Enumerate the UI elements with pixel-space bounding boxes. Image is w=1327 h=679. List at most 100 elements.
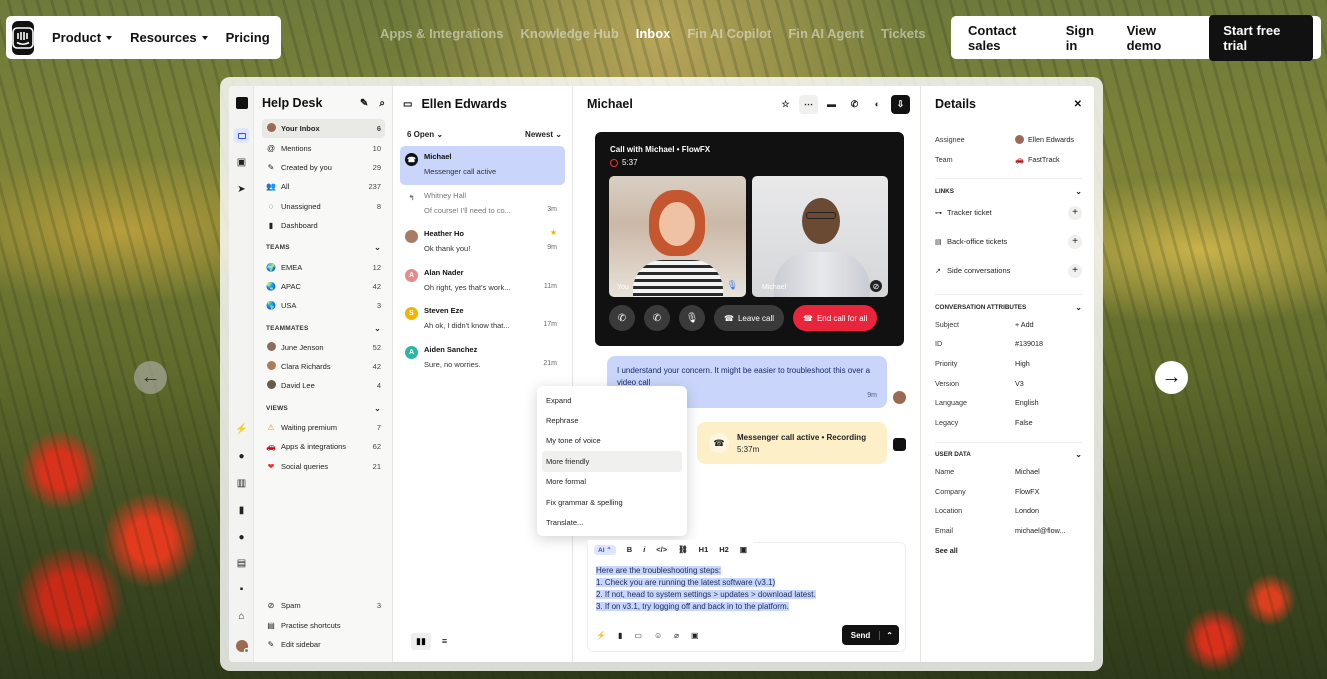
video-tile-michael[interactable]: Michael ⊘	[752, 176, 888, 297]
team-row[interactable]: Team 🚗 FastTrack	[935, 150, 1082, 170]
link-tracker-ticket[interactable]: ⊶ Tracker ticket +	[935, 198, 1082, 227]
user-avatar[interactable]	[235, 639, 249, 653]
sidebar-item-apac[interactable]: 🌏 APAC 42	[262, 277, 385, 296]
sidebar-item-mentions[interactable]: @ Mentions 10	[262, 138, 385, 157]
phone-add-button[interactable]: ✆	[644, 305, 670, 331]
tab-fin-ai-agent[interactable]: Fin AI Agent	[788, 26, 864, 41]
tab-inbox[interactable]: Inbox	[636, 26, 671, 41]
sidebar-item-created-by-you[interactable]: ✎ Created by you 29	[262, 158, 385, 177]
tab-fin-ai-copilot[interactable]: Fin AI Copilot	[687, 26, 771, 41]
end-call-button[interactable]: ☎ End call for all	[793, 305, 878, 331]
phone-transfer-button[interactable]: ✆	[609, 305, 635, 331]
carousel-next-button[interactable]: →	[1155, 361, 1188, 394]
list-item[interactable]: A Aiden Sanchez Sure, no worries. 21m	[400, 339, 565, 378]
sidebar-item-practise-shortcuts[interactable]: ▤ Practise shortcuts	[262, 615, 385, 634]
gif-icon[interactable]: ▭	[634, 631, 642, 640]
academy-icon[interactable]: ⌂	[235, 610, 248, 623]
sidebar-item-david-lee[interactable]: David Lee 4	[262, 376, 385, 395]
add-icon[interactable]: +	[1068, 205, 1082, 220]
tab-apps-integrations[interactable]: Apps & Integrations	[380, 26, 504, 41]
h2-button[interactable]: H2	[719, 545, 729, 554]
nav-pricing[interactable]: Pricing	[226, 30, 270, 45]
sign-in-link[interactable]: Sign in	[1066, 23, 1105, 53]
add-icon[interactable]: +	[1068, 263, 1082, 278]
list-item[interactable]: ☎ Michael Messenger call active	[400, 146, 565, 185]
see-all-link[interactable]: See all	[935, 540, 1082, 560]
sidebar-item-all[interactable]: 👥 All 237	[262, 177, 385, 196]
list-item[interactable]: S Steven Eze Ah ok, I didn't know that..…	[400, 300, 565, 339]
link-side-conversations[interactable]: ↗ Side conversations +	[935, 256, 1082, 285]
sidebar-item-waiting-premium[interactable]: ⚠ Waiting premium 7	[262, 418, 385, 437]
close-icon[interactable]: ✕	[1074, 99, 1082, 110]
menu-item-my-tone[interactable]: My tone of voice	[542, 431, 682, 451]
sidebar-item-spam[interactable]: ⊘ Spam 3	[262, 596, 385, 615]
attributes-section-header[interactable]: CONVERSATION ATTRIBUTES ⌄	[935, 294, 1082, 314]
menu-item-translate[interactable]: Translate...	[542, 512, 682, 532]
attr-version[interactable]: Version V3	[935, 373, 1082, 393]
user-data-section-header[interactable]: USER DATA ⌄	[935, 441, 1082, 462]
carousel-prev-button[interactable]: ←	[134, 361, 167, 394]
search-icon[interactable]: ⌕	[379, 98, 385, 109]
views-section-header[interactable]: VIEWS ⌄	[262, 399, 385, 418]
send-button[interactable]: Send ⌃	[841, 625, 899, 645]
message-composer[interactable]: AI ⌃ B i </> ⛓ H1 H2 ▣ Here are the trou…	[587, 540, 906, 652]
reports-icon[interactable]: ▮	[235, 504, 248, 517]
tab-knowledge-hub[interactable]: Knowledge Hub	[521, 26, 619, 41]
sort-dropdown[interactable]: Newest ⌄	[525, 130, 562, 139]
list-view-icon[interactable]: ≡	[437, 633, 452, 650]
contact-sales-link[interactable]: Contact sales	[968, 23, 1044, 53]
emoji-icon[interactable]: ☺	[654, 631, 662, 640]
sidebar-item-clara-richards[interactable]: Clara Richards 42	[262, 357, 385, 376]
attr-language[interactable]: Language English	[935, 393, 1082, 413]
messages-icon[interactable]: ▤	[235, 557, 248, 570]
bulb-icon[interactable]: ●	[235, 450, 248, 463]
contacts-icon[interactable]: ●	[235, 531, 248, 544]
assign-icon[interactable]: ⇩	[891, 94, 910, 114]
ai-button[interactable]: AI ⌃	[594, 544, 616, 555]
attr-subject[interactable]: Subject + Add	[935, 314, 1082, 334]
compose-icon[interactable]: ✎	[360, 98, 368, 109]
code-button[interactable]: </>	[656, 545, 667, 554]
intercom-small-logo[interactable]	[235, 96, 248, 109]
video-tile-self[interactable]: You 🎙	[609, 176, 746, 297]
apps-icon[interactable]: ▪	[235, 583, 248, 596]
sidebar-item-unassigned[interactable]: ◌ Unassigned 8	[262, 197, 385, 216]
nav-product[interactable]: Product	[52, 30, 113, 45]
sidebar-item-june-jenson[interactable]: June Jenson 52	[262, 338, 385, 357]
tab-tickets[interactable]: Tickets	[881, 26, 926, 41]
attr-priority[interactable]: Priority High	[935, 354, 1082, 374]
leave-call-button[interactable]: ☎ Leave call	[714, 305, 784, 331]
intercom-logo[interactable]	[12, 20, 34, 55]
sidebar-item-social-queries[interactable]: ❤ Social queries 21	[262, 456, 385, 475]
bookmark-icon[interactable]: ▮	[618, 631, 622, 640]
star-icon[interactable]: ☆	[776, 95, 795, 114]
sidebar-item-emea[interactable]: 🌍 EMEA 12	[262, 257, 385, 276]
menu-item-fix-grammar[interactable]: Fix grammar & spelling	[542, 492, 682, 512]
bot-icon[interactable]: ▣	[235, 156, 248, 169]
sidebar-item-usa[interactable]: 🌎 USA 3	[262, 296, 385, 315]
attachment-icon[interactable]: ⌀	[674, 631, 679, 640]
moon-icon[interactable]: ◐	[868, 95, 887, 114]
composer-text[interactable]: Here are the troubleshooting steps: 1. C…	[596, 565, 816, 613]
bold-button[interactable]: B	[627, 545, 632, 554]
teams-section-header[interactable]: TEAMS ⌄	[262, 238, 385, 257]
sidebar-item-apps-integrations[interactable]: 🚗 Apps & integrations 62	[262, 437, 385, 456]
chevron-up-icon[interactable]: ⌃	[879, 630, 899, 640]
h1-button[interactable]: H1	[699, 545, 709, 554]
lightning-icon[interactable]: ⚡	[596, 631, 606, 640]
menu-item-expand[interactable]: Expand	[542, 390, 682, 410]
image-icon[interactable]: ▣	[740, 545, 747, 554]
links-section-header[interactable]: LINKS ⌄	[935, 178, 1082, 198]
mic-button[interactable]: 🎙	[679, 305, 705, 331]
add-icon[interactable]: +	[1068, 234, 1082, 249]
star-icon[interactable]: ★	[550, 228, 557, 237]
menu-item-more-friendly[interactable]: More friendly	[542, 451, 682, 472]
nav-resources[interactable]: Resources	[130, 30, 208, 45]
panel-toggle-icon[interactable]: ▭	[403, 99, 412, 110]
more-icon[interactable]: ⋯	[799, 94, 818, 114]
attr-legacy[interactable]: Legacy False	[935, 413, 1082, 433]
start-free-trial-button[interactable]: Start free trial	[1209, 14, 1313, 61]
sidebar-item-edit-sidebar[interactable]: ✎ Edit sidebar	[262, 635, 385, 654]
view-demo-link[interactable]: View demo	[1127, 23, 1188, 53]
assignee-row[interactable]: Assignee Ellen Edwards	[935, 130, 1082, 150]
